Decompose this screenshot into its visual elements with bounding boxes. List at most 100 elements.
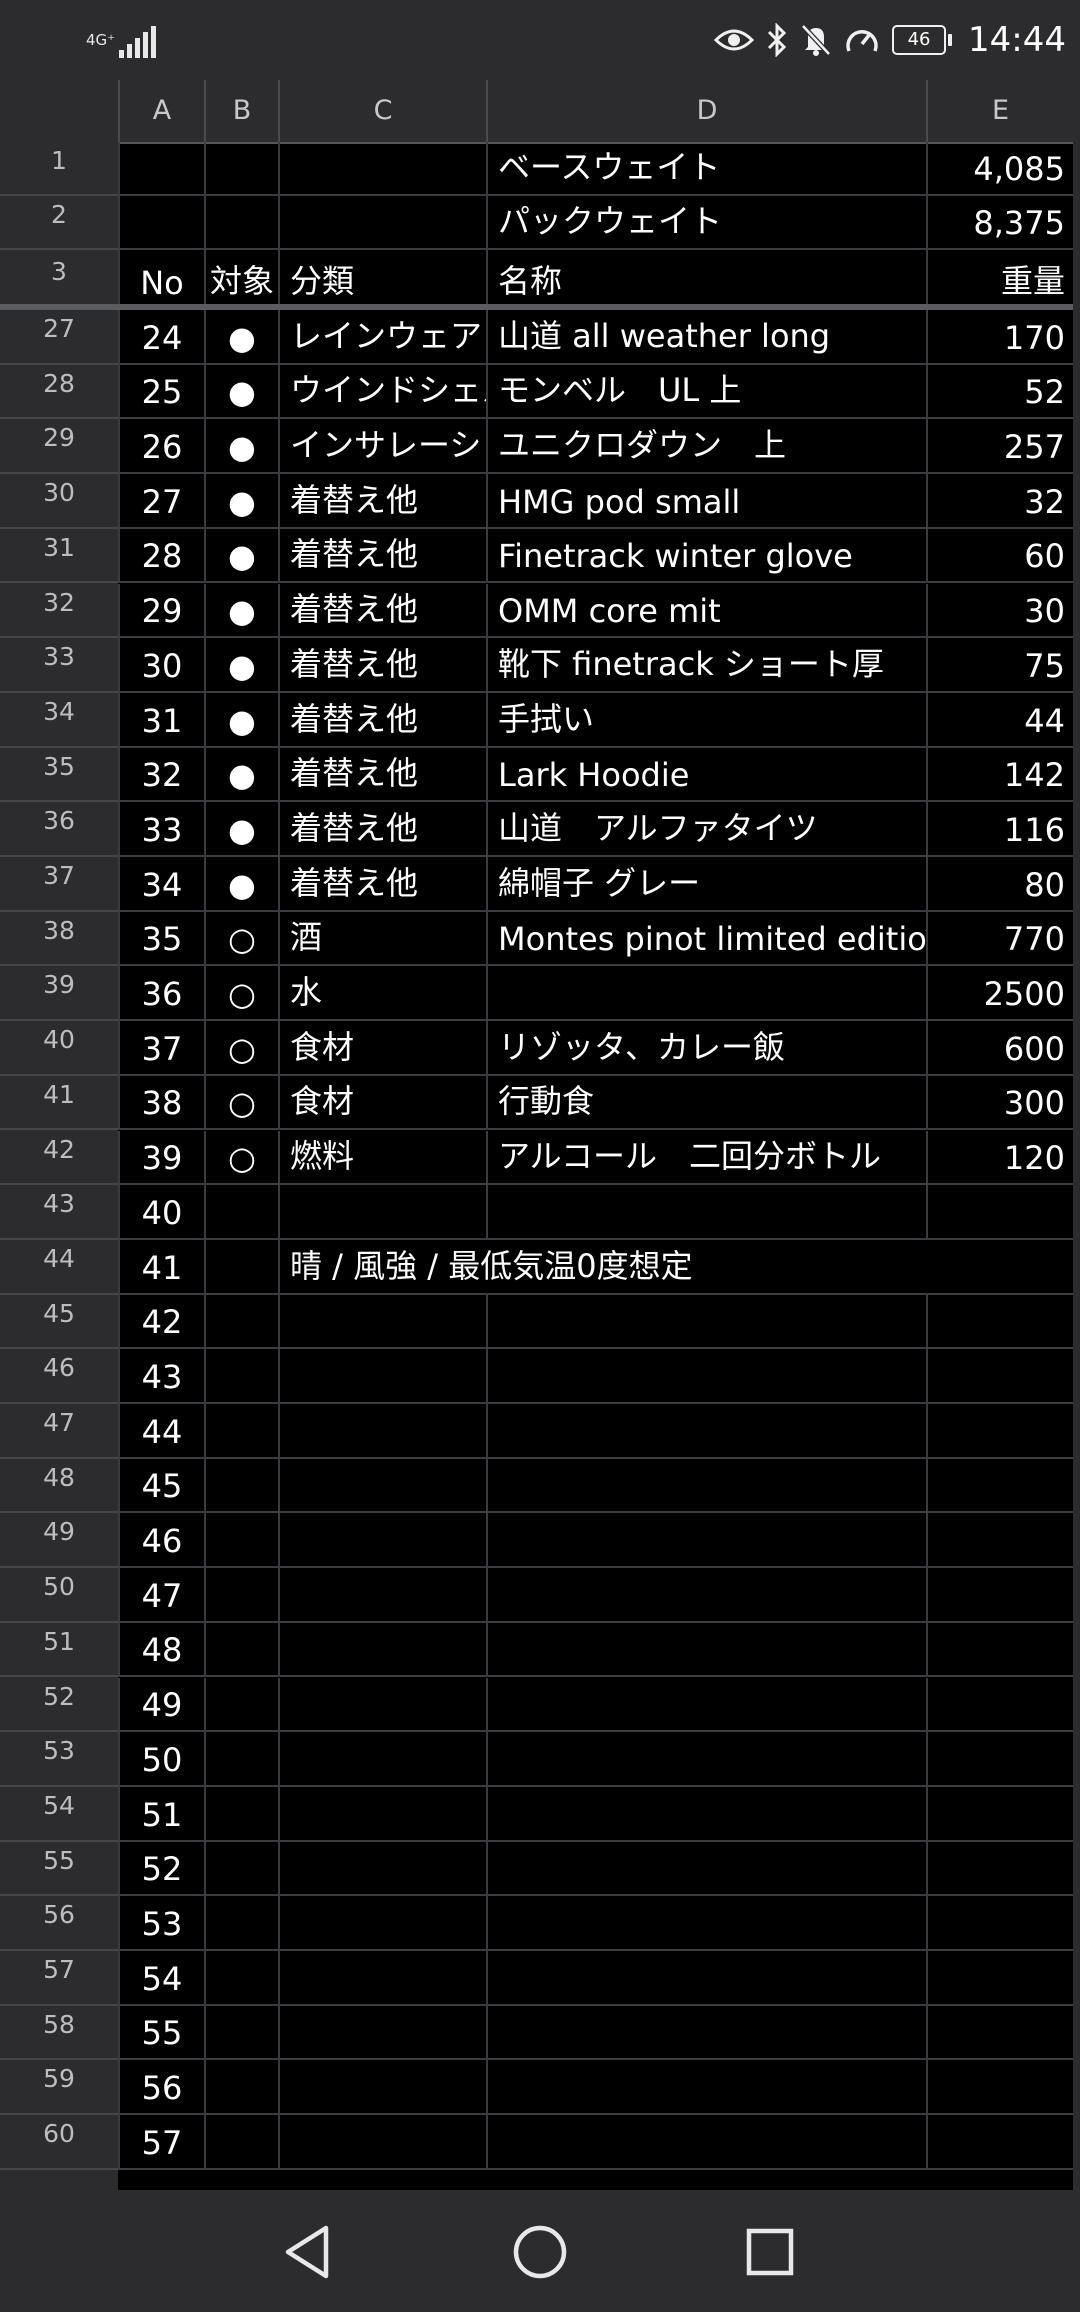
row-header[interactable]: 44 [0,1240,118,1295]
cell-d[interactable] [486,1294,926,1348]
cell-e[interactable] [926,2005,1073,2059]
cell-a[interactable]: 51 [118,1786,204,1840]
cell-b[interactable]: ● [204,692,278,746]
cell-b[interactable] [204,1349,278,1402]
row-header[interactable]: 30 [0,474,118,529]
cell-e[interactable] [926,1404,1073,1457]
cell-e[interactable]: 116 [926,802,1073,855]
cell-a[interactable]: 53 [118,1896,204,1949]
cell-b[interactable] [204,1458,278,1512]
cell-d[interactable]: アルコール 二回分ボトル [486,1130,926,1184]
cell-a[interactable]: 33 [118,802,204,855]
cell-a[interactable] [118,142,204,194]
cell-d[interactable] [486,1458,926,1512]
cell-d[interactable]: Lark Hoodie [486,747,926,801]
cell-e[interactable]: 770 [926,911,1073,965]
cell-c[interactable] [278,1349,486,1402]
cell-e[interactable]: 120 [926,1130,1073,1184]
cell-d[interactable]: ベースウェイト [486,142,926,194]
cell-b[interactable]: ● [204,747,278,801]
cell-e[interactable] [926,1896,1073,1949]
cell-c[interactable] [278,1622,486,1676]
cell-b[interactable]: ● [204,638,278,691]
cell-d[interactable]: モンベル UL 上 [486,364,926,418]
cell-b[interactable]: ● [204,528,278,582]
cell-a[interactable]: 28 [118,528,204,582]
recents-icon[interactable] [738,2220,802,2284]
cell-e[interactable] [926,1786,1073,1840]
column-header-c[interactable]: C [278,80,486,142]
cell-a[interactable]: 31 [118,692,204,746]
cell-d[interactable]: OMM core mit [486,583,926,637]
cell-b[interactable]: ○ [204,911,278,965]
cell-c[interactable]: 分類 [278,250,486,308]
cell-d[interactable]: Montes pinot limited edition [486,911,926,965]
cell-c[interactable]: 着替え他 [278,638,486,691]
cell-d[interactable]: HMG pod small [486,474,926,527]
column-header-a[interactable]: A [118,80,204,142]
cell-c[interactable] [278,1677,486,1731]
cell-b[interactable] [204,2005,278,2059]
cell-a[interactable]: 50 [118,1732,204,1785]
cell-a[interactable]: 43 [118,1349,204,1402]
cell-e[interactable]: 重量 [926,250,1073,308]
row-header[interactable]: 59 [0,2060,118,2116]
cell-d[interactable]: 手拭い [486,692,926,746]
freeze-pane-divider[interactable] [0,304,1080,310]
cell-e[interactable] [926,1294,1073,1348]
row-header[interactable]: 36 [0,802,118,857]
cell-c[interactable] [278,1513,486,1567]
cell-c[interactable]: 水 [278,966,486,1020]
cell-a[interactable]: 41 [118,1239,204,1293]
cell-a[interactable]: 46 [118,1513,204,1567]
cell-a[interactable]: 54 [118,1951,204,2004]
row-header[interactable]: 45 [0,1295,118,1350]
row-header[interactable]: 35 [0,748,118,803]
row-header[interactable]: 27 [0,310,118,365]
cell-a[interactable]: 55 [118,2005,204,2059]
cell-a[interactable]: 30 [118,638,204,691]
cell-e[interactable]: 257 [926,419,1073,473]
cell-e[interactable] [926,1568,1073,1621]
cell-c[interactable] [278,2115,486,2168]
cell-b[interactable]: ○ [204,1075,278,1129]
row-header[interactable]: 34 [0,693,118,748]
cell-a[interactable]: 25 [118,364,204,418]
cell-b[interactable] [204,1622,278,1676]
cell-e[interactable] [926,1951,1073,2004]
cell-e[interactable]: 2500 [926,966,1073,1020]
cell-c[interactable] [278,1185,486,1238]
cell-c[interactable] [278,1841,486,1895]
cell-c[interactable]: インサレーション [278,419,486,473]
cell-c[interactable]: 酒 [278,911,486,965]
cell-b[interactable] [204,1185,278,1238]
cell-b[interactable]: ● [204,364,278,418]
cell-a[interactable]: No [118,250,204,308]
cell-a[interactable]: 27 [118,474,204,527]
cell-d[interactable]: 綿帽子 グレー [486,857,926,910]
cell-b[interactable] [204,1896,278,1949]
cell-e[interactable]: 52 [926,364,1073,418]
cell-e[interactable]: 30 [926,583,1073,637]
cell-b[interactable] [204,1404,278,1457]
cell-e[interactable]: 75 [926,638,1073,691]
cell-c[interactable] [278,1294,486,1348]
cell-c[interactable]: 着替え他 [278,528,486,582]
cell-e[interactable] [926,1349,1073,1402]
cell-e[interactable] [926,1732,1073,1785]
cell-a[interactable]: 38 [118,1075,204,1129]
cell-a[interactable]: 36 [118,966,204,1020]
column-header-e[interactable]: E [926,80,1073,142]
cell-c[interactable]: 着替え他 [278,474,486,527]
cell-c[interactable] [278,1951,486,2004]
cell-d[interactable]: 行動食 [486,1075,926,1129]
cell-d[interactable] [486,1732,926,1785]
row-header[interactable]: 28 [0,365,118,420]
cell-d[interactable]: パックウェイト [486,196,926,248]
cell-b[interactable] [204,1294,278,1348]
cell-e[interactable]: 80 [926,857,1073,910]
row-header[interactable]: 52 [0,1678,118,1733]
row-header[interactable]: 40 [0,1021,118,1076]
cell-d[interactable] [486,1349,926,1402]
cell-c[interactable] [278,1732,486,1785]
